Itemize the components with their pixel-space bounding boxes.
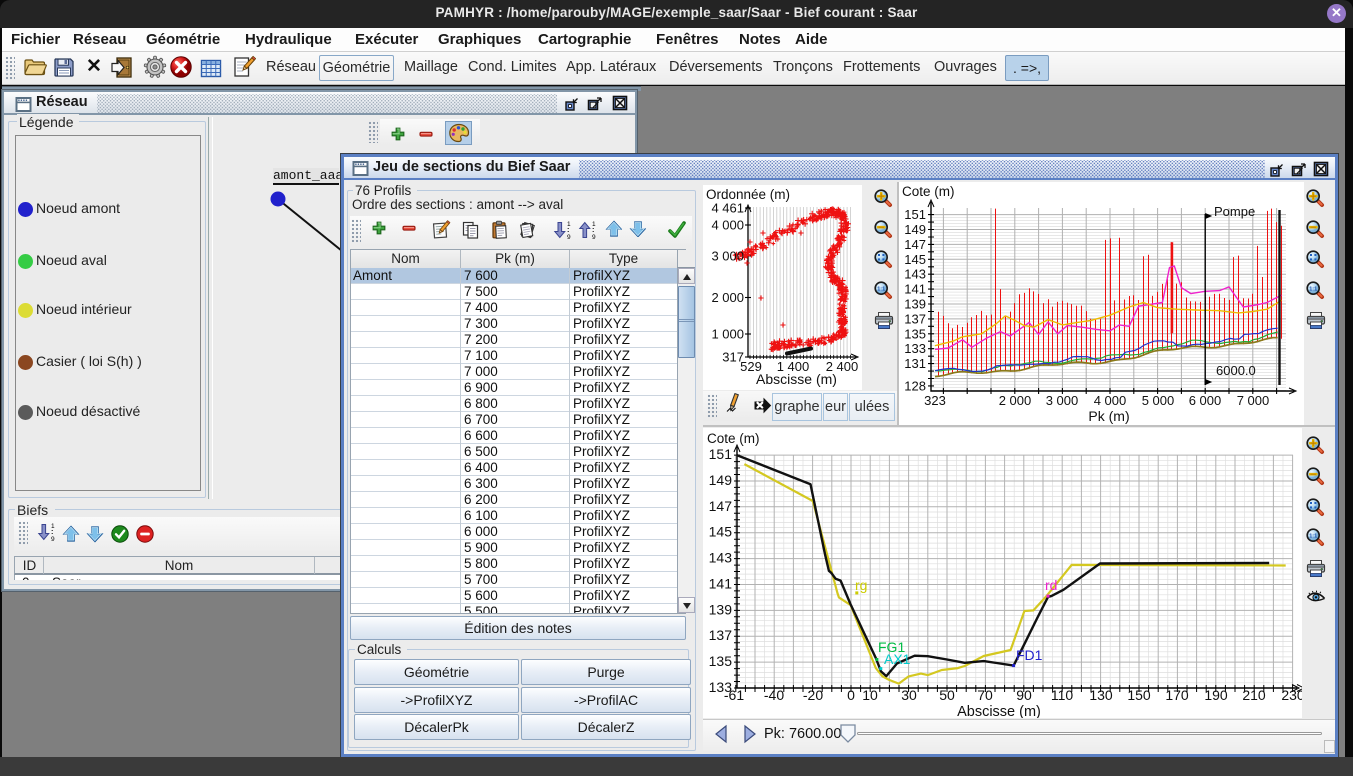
svg-text:143: 143 (709, 550, 733, 566)
svg-text:210: 210 (1242, 687, 1266, 703)
svg-text:170: 170 (1165, 687, 1189, 703)
svg-text:4 461: 4 461 (711, 201, 744, 216)
svg-text:Pompe: Pompe (1214, 204, 1255, 219)
svg-text:230: 230 (1281, 687, 1302, 703)
svg-text:7 000: 7 000 (1237, 393, 1270, 408)
svg-text:AX1: AX1 (884, 651, 911, 667)
svg-text:-20: -20 (803, 687, 823, 703)
svg-text:139: 139 (709, 601, 733, 617)
svg-text:190: 190 (1204, 687, 1228, 703)
svg-text:141: 141 (904, 282, 926, 297)
svg-text:149: 149 (904, 222, 926, 237)
svg-text:145: 145 (904, 252, 926, 267)
svg-text:5 000: 5 000 (1142, 393, 1175, 408)
svg-text:150: 150 (1127, 687, 1151, 703)
svg-text:9: 9 (51, 536, 55, 542)
svg-text:rg: rg (855, 577, 867, 593)
svg-text:139: 139 (904, 297, 926, 312)
svg-text:4 000: 4 000 (711, 218, 744, 233)
svg-text:3 000: 3 000 (711, 249, 744, 264)
svg-text:147: 147 (904, 237, 926, 252)
svg-text:Abscisse (m): Abscisse (m) (957, 704, 1041, 718)
svg-text:135: 135 (904, 326, 926, 341)
svg-text:128: 128 (904, 378, 926, 393)
svg-text:-40: -40 (764, 687, 784, 703)
svg-text:3 000: 3 000 (1046, 393, 1079, 408)
svg-text:30: 30 (901, 687, 917, 703)
svg-text:137: 137 (904, 311, 926, 326)
svg-text:4 000: 4 000 (1094, 393, 1127, 408)
svg-text:141: 141 (709, 576, 733, 592)
svg-text:133: 133 (904, 341, 926, 356)
svg-text:2 000: 2 000 (999, 393, 1032, 408)
svg-text:6 000: 6 000 (1189, 393, 1222, 408)
svg-text:10: 10 (862, 687, 878, 703)
svg-text:323: 323 (924, 393, 946, 408)
svg-text:151: 151 (709, 446, 733, 462)
svg-text:1: 1 (592, 221, 596, 228)
svg-text:1: 1 (51, 523, 55, 530)
svg-text:151: 151 (904, 207, 926, 222)
svg-text:0: 0 (847, 687, 855, 703)
svg-text:133: 133 (709, 679, 733, 695)
svg-text:9: 9 (567, 234, 571, 240)
svg-text:Ordonnée (m): Ordonnée (m) (706, 187, 790, 202)
svg-text:110: 110 (1051, 687, 1074, 703)
svg-text:Pk (m): Pk (m) (1088, 408, 1129, 424)
svg-text:147: 147 (709, 498, 733, 514)
svg-text:1:1: 1:1 (1309, 286, 1317, 292)
svg-text:2 000: 2 000 (711, 290, 744, 305)
svg-text:143: 143 (904, 267, 926, 282)
svg-text:50: 50 (939, 687, 955, 703)
svg-text:Cote (m): Cote (m) (902, 184, 955, 199)
svg-text:1:1: 1:1 (1309, 534, 1317, 540)
svg-text:Abscisse (m): Abscisse (m) (756, 371, 837, 387)
svg-text:1: 1 (567, 221, 571, 228)
svg-text:1 000: 1 000 (711, 327, 744, 342)
svg-text:137: 137 (709, 627, 733, 643)
svg-text:6000.0: 6000.0 (1216, 363, 1256, 378)
svg-text:Cote (m): Cote (m) (707, 431, 760, 446)
svg-text:rd: rd (1045, 577, 1057, 593)
svg-text:90: 90 (1016, 687, 1032, 703)
svg-text:70: 70 (977, 687, 993, 703)
svg-text:9: 9 (592, 234, 596, 240)
svg-text:1:1: 1:1 (877, 286, 885, 292)
svg-text:145: 145 (709, 524, 733, 540)
svg-text:149: 149 (709, 472, 733, 488)
svg-text:FD1: FD1 (1016, 647, 1043, 663)
svg-text:135: 135 (709, 653, 733, 669)
svg-text:130: 130 (1089, 687, 1113, 703)
svg-text:131: 131 (904, 356, 926, 371)
